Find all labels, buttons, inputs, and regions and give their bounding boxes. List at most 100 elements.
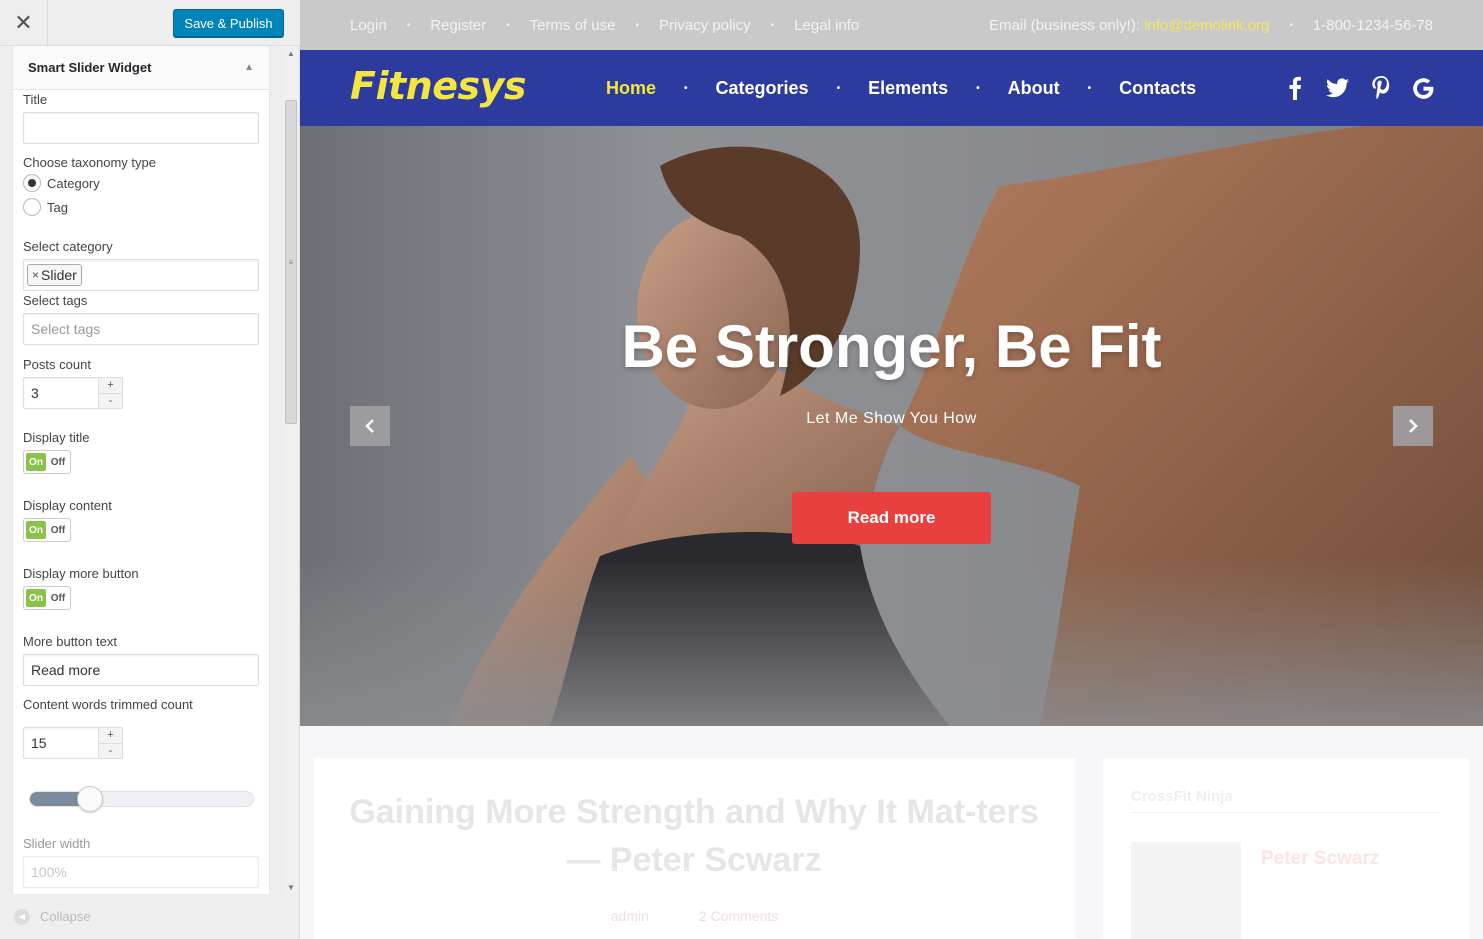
scroll-down-icon[interactable]: ▼ [283,880,299,894]
trim-label: Content words trimmed count [23,697,193,712]
slider-prev-button[interactable] [350,406,390,446]
tags-label: Select tags [23,293,88,308]
display-more-label: Display more button [23,566,139,581]
google-icon[interactable] [1412,75,1435,101]
scrollbar[interactable]: ▲ ≡ ▼ [283,46,299,894]
decrement-button[interactable]: - [99,393,122,408]
posts-count-label: Posts count [23,357,91,372]
login-link[interactable]: Login [350,17,387,34]
post-meta: admin 2 Comments [314,908,1075,924]
scroll-thumb[interactable]: ≡ [285,100,297,424]
tags-select[interactable]: Select tags [23,313,259,345]
tags-placeholder: Select tags [31,321,101,337]
site-preview: Login • Register • Terms of use • Privacy p… [300,0,1483,939]
phone-number: 1-800-1234-56-78 [1312,16,1433,34]
hero-title: Be Stronger, Be Fit [621,313,1162,380]
top-bar: Login • Register • Terms of use • Privacy p… [300,0,1483,50]
menu-item-about[interactable]: About [1008,78,1060,99]
increment-button[interactable]: + [99,378,122,394]
collapse-icon: ◀ [14,908,30,925]
posts-count-value[interactable]: 3 [24,378,98,408]
slider-width-label: Slider width [23,836,91,851]
toggle-on: On [26,589,46,607]
widget-title: Smart Slider Widget [28,60,152,75]
slider-width-input[interactable]: 100% [23,856,259,888]
toggle-on: On [26,521,46,539]
more-text-input[interactable]: Read more [23,654,259,686]
collapse-arrow-icon[interactable]: ▲ [244,62,254,73]
title-input[interactable] [23,112,259,144]
legal-link[interactable]: Legal info [794,17,859,34]
display-content-toggle[interactable]: On Off [23,518,71,542]
register-link[interactable]: Register [430,17,486,34]
post-comments[interactable]: 2 Comments [699,908,778,924]
email-label: Email (business only!): [989,16,1140,34]
social-links [1283,50,1435,126]
remove-chip-icon[interactable]: × [32,268,39,282]
radio-label-category: Category [47,175,100,191]
increment-button[interactable]: + [99,728,122,744]
widget-header[interactable]: Smart Slider Widget ▲ [13,46,269,90]
main-nav: Fitnesys Home • Categories • Elements • Abo… [300,50,1483,126]
top-links: Login • Register • Terms of use • Privacy p… [350,16,860,34]
top-contact: Email (business only!): info@demolink.or… [989,16,1433,34]
display-more-toggle[interactable]: On Off [23,586,71,610]
email-link[interactable]: info@demolink.org [1144,17,1269,34]
collapse-button[interactable]: ◀ Collapse [0,894,299,939]
divider [1131,812,1441,813]
display-title-toggle[interactable]: On Off [23,450,71,474]
radio-button[interactable] [23,198,41,216]
toggle-off: Off [50,524,66,536]
post-card: Gaining More Strength and Why It Mat-ter… [314,758,1075,939]
category-select[interactable]: × Slider [23,259,259,291]
twitter-icon[interactable] [1326,75,1349,101]
chevron-left-icon [365,419,374,433]
hero-subtitle: Let Me Show You How [806,410,977,427]
terms-link[interactable]: Terms of use [530,17,616,34]
slider-width-value: 100% [31,864,67,880]
customizer-header: ✕ Save & Publish [0,0,300,46]
radio-button-checked[interactable] [23,174,41,192]
radio-category[interactable]: Category [23,174,100,192]
toggle-off: Off [50,592,66,604]
pinterest-icon[interactable] [1369,75,1392,101]
widget-form: Smart Slider Widget ▲ Title Choose taxon… [12,46,270,894]
privacy-link[interactable]: Privacy policy [659,17,751,34]
decrement-button[interactable]: - [99,743,122,758]
trim-count-stepper[interactable]: 15 + - [23,727,123,759]
author-name[interactable]: Peter Scwarz [1261,848,1379,870]
toggle-on: On [26,453,46,471]
menu-item-categories[interactable]: Categories [716,78,809,99]
category-chip: × Slider [27,264,82,286]
trim-count-value[interactable]: 15 [24,728,98,758]
more-text-label: More button text [23,634,117,649]
read-more-button[interactable]: Read more [792,492,991,544]
menu-item-elements[interactable]: Elements [868,78,948,99]
category-label: Select category [23,239,113,254]
chip-label: Slider [41,267,77,283]
radio-label-tag: Tag [47,199,68,215]
post-title[interactable]: Gaining More Strength and Why It Mat-ter… [344,788,1044,884]
collapse-label: Collapse [40,909,91,924]
author-avatar [1131,842,1241,939]
menu-item-home[interactable]: Home [606,78,656,99]
display-content-label: Display content [23,498,112,513]
posts-count-stepper[interactable]: 3 + - [23,377,123,409]
main-menu: Home • Categories • Elements • About • Conta… [606,77,1197,99]
chevron-right-icon [1409,419,1418,433]
scroll-up-icon[interactable]: ▲ [283,46,299,60]
site-logo[interactable]: Fitnesys [350,64,526,108]
range-thumb[interactable] [77,786,104,812]
title-label: Title [23,92,48,107]
save-publish-button[interactable]: Save & Publish [173,9,284,37]
content-area: Gaining More Strength and Why It Mat-ter… [300,726,1483,939]
slider-next-button[interactable] [1393,406,1433,446]
post-author[interactable]: admin [611,908,649,924]
menu-item-contacts[interactable]: Contacts [1119,78,1196,99]
range-slider[interactable] [29,786,254,812]
facebook-icon[interactable] [1283,75,1306,101]
radio-tag[interactable]: Tag [23,198,68,216]
hero-slider: Be Stronger, Be Fit Let Me Show You How … [300,126,1483,726]
close-icon[interactable]: ✕ [0,0,48,46]
sidebar-heading: CrossFit Ninja [1131,788,1233,805]
